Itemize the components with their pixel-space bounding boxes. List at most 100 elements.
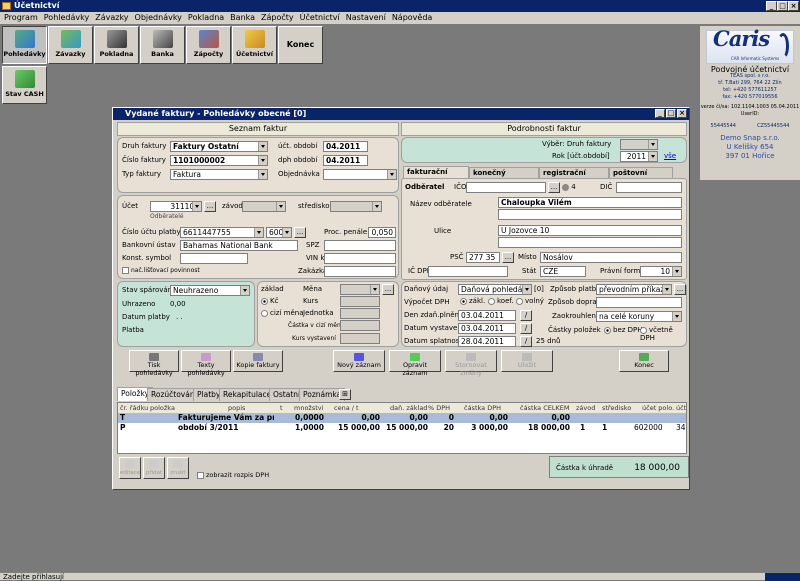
typ-faktury-select[interactable]: Faktura [170, 169, 268, 180]
menu-nastaveni[interactable]: Nastavení [343, 12, 389, 24]
datum-spl-field[interactable]: 28.04.2011 [458, 336, 516, 347]
col-header[interactable]: daň. základ [390, 403, 427, 413]
col-header[interactable]: účt [676, 403, 686, 413]
kurs-vystaveni-field[interactable] [340, 333, 380, 344]
novy-zaznam-button[interactable]: Nový záznam [333, 350, 385, 372]
menu-pokladna[interactable]: Pokladna [185, 12, 227, 24]
vin-field[interactable] [324, 253, 396, 264]
col-header[interactable]: částka CELKEM [520, 403, 569, 413]
ico-browse-button[interactable]: ... [548, 182, 560, 193]
menu-napoveda[interactable]: Nápověda [389, 12, 436, 24]
col-header[interactable]: cena / t [334, 403, 359, 413]
bankovni-ustav-field[interactable]: Bahamas National Bank [180, 240, 298, 251]
stornovat-zmeny-button[interactable]: Stornovat změny [445, 350, 497, 377]
table-row[interactable]: P období 3/2011 1,0000 15 000,00 15 000,… [118, 423, 686, 433]
menu-ucetnictvi[interactable]: Účetnictví [297, 12, 343, 24]
cislo-uctu-field[interactable]: 6611447755 [180, 227, 264, 238]
kc-radio[interactable]: Kč [261, 297, 278, 305]
ucet-browse-button[interactable]: ... [204, 201, 216, 212]
ucetnictvi-button[interactable]: Účetnictví [232, 26, 277, 64]
danovy-udaj-select[interactable]: Daňová pohledávka [458, 284, 532, 295]
stav-cash-button[interactable]: Stav CASH [2, 66, 47, 104]
zpusob-platby-select[interactable]: převodním příkazem [596, 284, 672, 295]
tab-konecny-odberatel[interactable]: konečný odběratel [469, 167, 539, 187]
col-header[interactable]: částka DPH [464, 403, 501, 413]
tab-extra-icon[interactable]: ⊞ [339, 389, 351, 400]
bank-browse-button[interactable]: ... [294, 227, 306, 238]
opravit-zaznam-button[interactable]: Opravit záznam [389, 350, 441, 377]
castka-cm-field[interactable] [340, 320, 380, 331]
bez-dph-radio[interactable]: bez DPH [604, 326, 643, 334]
col-header[interactable]: závod [576, 403, 595, 413]
bank-code-field[interactable]: 6000 [266, 227, 292, 238]
ulozit-button[interactable]: Uložit [501, 350, 553, 372]
menu-zavazky[interactable]: Závazky [92, 12, 131, 24]
col-header[interactable]: položka [150, 403, 175, 413]
zpusob-dopravy-field[interactable] [596, 297, 682, 308]
nazev-field[interactable]: Chaloupka Vilém [498, 197, 682, 208]
banka-button[interactable]: Banka [140, 26, 185, 64]
col-header[interactable]: % DPH [428, 403, 450, 413]
zapocty-button[interactable]: Zápočty [186, 26, 231, 64]
vcetne-dph-radio[interactable]: včetně DPH [640, 326, 686, 342]
dialog-close-button[interactable]: × [677, 109, 687, 118]
maximize-button[interactable]: □ [777, 1, 788, 11]
tisk-pohledavky-button[interactable]: Tisk pohledávky [129, 350, 179, 377]
menu-objednavky[interactable]: Objednávky [132, 12, 185, 24]
dialog-minimize-button[interactable]: _ [655, 109, 665, 118]
stat-field[interactable]: CZE [540, 266, 586, 277]
pridat-button[interactable]: přidat [143, 457, 165, 479]
tab-registracni-adresa[interactable]: registrační adresa [539, 167, 609, 187]
konec-dialog-button[interactable]: Konec [619, 350, 669, 372]
calendar-icon[interactable]: / [520, 310, 532, 321]
zakazka-field[interactable] [324, 266, 396, 277]
jednotka-field[interactable] [340, 308, 380, 319]
ic-dph-field[interactable] [428, 266, 508, 277]
col-header[interactable]: t [280, 403, 283, 413]
minimize-button[interactable]: _ [766, 1, 777, 11]
ucet-field[interactable]: 311100 [150, 201, 202, 212]
pokladna-button[interactable]: Pokladna [94, 26, 139, 64]
menu-pohledavky[interactable]: Pohledávky [41, 12, 92, 24]
col-header[interactable]: čr. řádku [120, 403, 148, 413]
texty-pohledavky-button[interactable]: Texty pohledávky [181, 350, 231, 377]
menu-banka[interactable]: Banka [227, 12, 258, 24]
zaokrouhleni-select[interactable]: na celé koruny [596, 311, 682, 322]
konst-symbol-field[interactable] [180, 253, 248, 264]
mena-select[interactable] [340, 284, 380, 295]
zavazky-button[interactable]: Závazky [48, 26, 93, 64]
menu-zapocty[interactable]: Zápočty [258, 12, 297, 24]
pravni-forma-select[interactable]: 10 [640, 266, 682, 277]
rok-select[interactable]: 2011 [620, 151, 658, 162]
menu-program[interactable]: Program [1, 12, 41, 24]
cislo-faktury-field[interactable]: 1101000002 [170, 155, 268, 166]
vypocet-volny-radio[interactable]: volný [516, 297, 544, 305]
uct-obdobi-field[interactable]: 04.2011 [323, 141, 368, 152]
pohledavky-button[interactable]: Pohledávky [2, 26, 47, 64]
den-zdan-field[interactable]: 03.04.2011 [458, 310, 516, 321]
tab-postovni-adresa[interactable]: poštovní adresa [609, 167, 673, 187]
calendar-icon[interactable]: / [520, 336, 532, 347]
psc-browse-button[interactable]: ... [502, 252, 514, 263]
ulice2-field[interactable] [498, 237, 682, 248]
close-button[interactable]: × [788, 1, 799, 11]
misto-field[interactable]: Nosálov [540, 252, 682, 263]
calendar-icon[interactable]: / [520, 323, 532, 334]
datum-vyst-field[interactable]: 03.04.2011 [458, 323, 516, 334]
editace-button[interactable]: editace [119, 457, 141, 479]
table-row[interactable]: T Fakturujeme Vám za pron 0,0000 0,00 0,… [118, 413, 686, 423]
vypocet-zakl-radio[interactable]: zákl. [460, 297, 485, 305]
col-header[interactable]: účet polo. [642, 403, 674, 413]
zavod-select[interactable] [242, 201, 286, 212]
psc-field[interactable]: 277 35 [466, 252, 500, 263]
druh-faktury-select[interactable]: Faktury Ostatní [170, 141, 268, 152]
proc-penale-field[interactable]: 0,050 [368, 227, 396, 238]
col-header[interactable]: středisko [602, 403, 631, 413]
zpusob-platby-browse-button[interactable]: ... [674, 284, 686, 295]
col-header[interactable]: popis [228, 403, 245, 413]
tab-rekapitulace[interactable]: Rekapitulace [219, 388, 276, 401]
dialog-maximize-button[interactable]: □ [666, 109, 676, 118]
stav-sparovani-select[interactable]: Neuhrazeno [170, 285, 250, 296]
kurs-field[interactable] [340, 296, 380, 307]
ulice-field[interactable]: U Jozovce 10 [498, 225, 682, 236]
